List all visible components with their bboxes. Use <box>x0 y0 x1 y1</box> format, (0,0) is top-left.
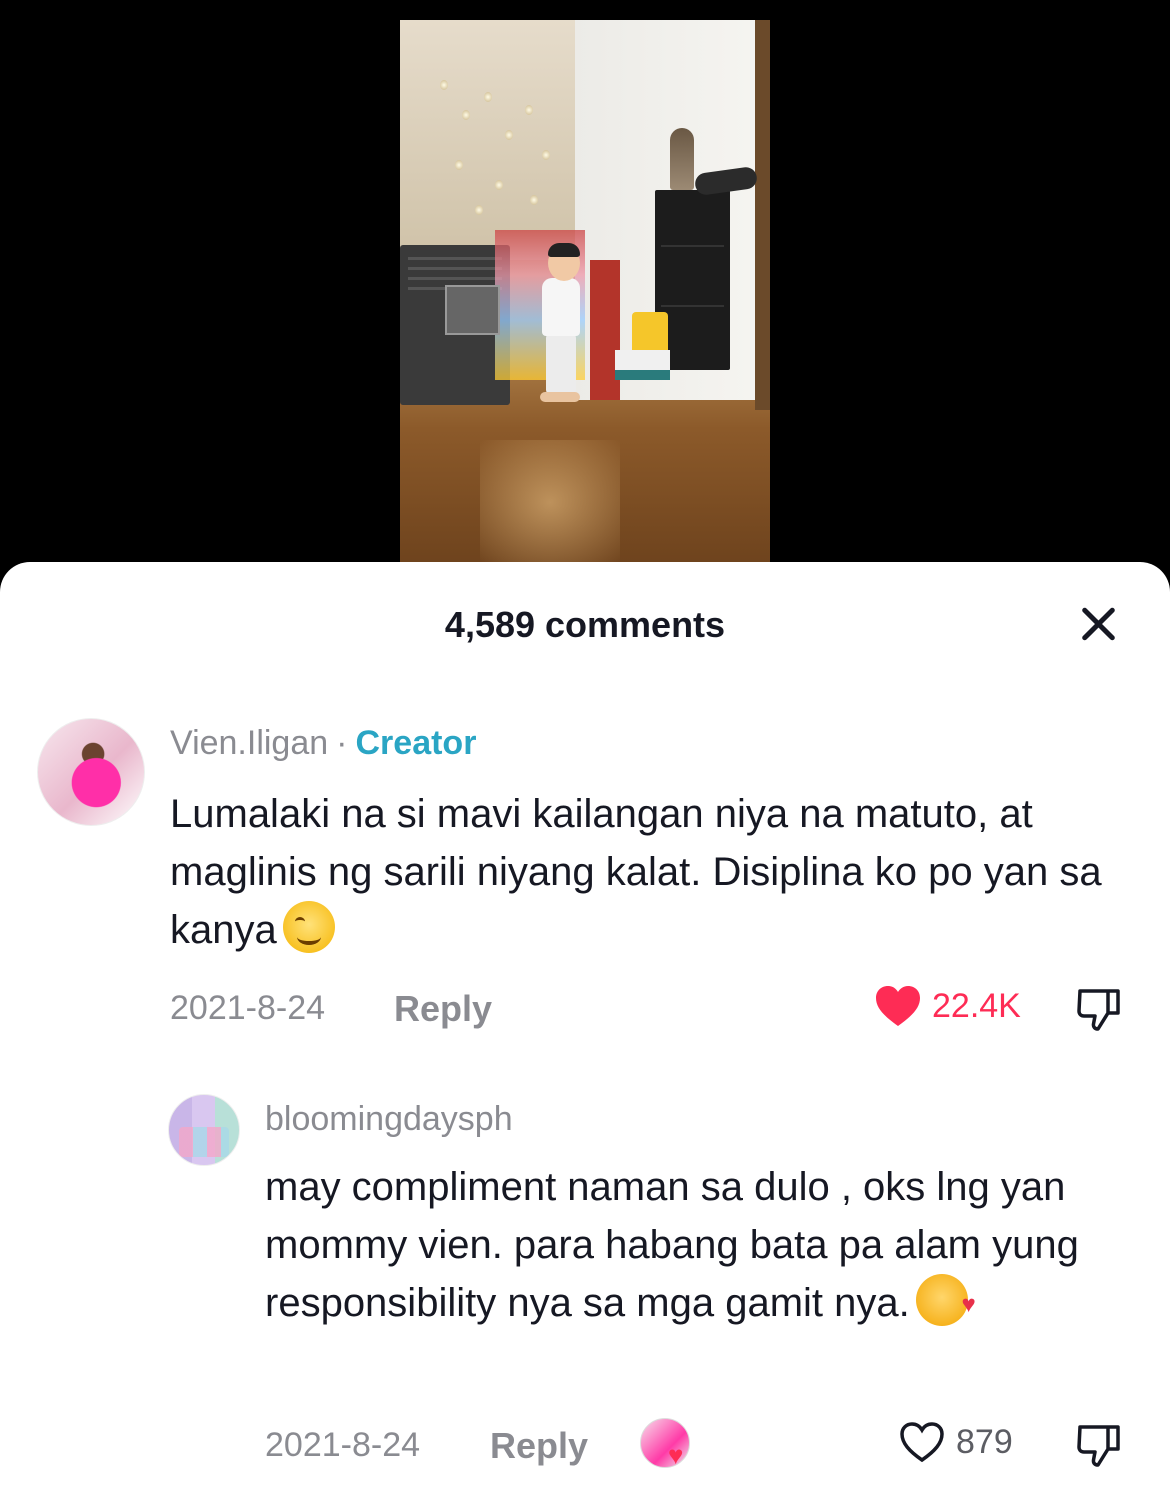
like-count: 879 <box>956 1422 1013 1461</box>
thumbs-down-icon <box>1077 1425 1120 1467</box>
video-light <box>495 180 503 190</box>
heart-outline-icon <box>900 1422 944 1463</box>
video-light <box>455 160 463 170</box>
video-light <box>462 110 470 120</box>
video-light <box>475 205 483 215</box>
video-light <box>505 130 513 140</box>
smiling-face-with-hearts-icon <box>915 1274 976 1334</box>
like-count: 22.4K <box>932 986 1021 1025</box>
heart-filled-icon <box>876 986 920 1026</box>
separator-dot: · <box>336 724 348 762</box>
comment-date: 2021-8-24 <box>265 1426 421 1464</box>
creator-heart-icon: ♥ <box>668 1440 684 1470</box>
video-floor-shine <box>480 440 620 565</box>
dislike-button[interactable] <box>1076 1422 1122 1468</box>
comment-date: 2021-8-24 <box>170 989 326 1027</box>
dislike-button[interactable] <box>1076 986 1122 1032</box>
video-child-legs <box>546 334 576 394</box>
video-light <box>484 92 492 102</box>
avatar[interactable] <box>37 718 145 826</box>
video-chair-back <box>632 312 668 352</box>
creator-badge: Creator <box>355 724 477 762</box>
smiling-face-icon <box>282 901 335 953</box>
video-toy-stove <box>445 285 500 335</box>
comment-username[interactable]: Vien.Iligan <box>170 724 328 762</box>
comment-username[interactable]: bloomingdaysph <box>265 1100 513 1139</box>
thumbs-down-icon <box>1077 989 1120 1031</box>
video-light <box>440 80 448 90</box>
video-chair-seat <box>615 350 670 380</box>
video-light <box>542 150 550 160</box>
video-child-hair <box>548 243 580 257</box>
video-wall-left <box>400 20 575 260</box>
video-player[interactable] <box>0 0 1170 600</box>
video-frame[interactable] <box>400 20 770 565</box>
avatar[interactable] <box>168 1094 240 1166</box>
comment-body: may compliment naman sa dulo , oks lng y… <box>265 1158 1145 1334</box>
comment-count: 4,589 comments <box>444 604 726 645</box>
video-child-feet <box>540 392 580 402</box>
close-icon[interactable] <box>1072 600 1124 652</box>
video-door-frame <box>755 20 770 410</box>
video-light <box>530 195 538 205</box>
like-button[interactable]: 879 <box>898 1420 1013 1464</box>
video-light <box>525 105 533 115</box>
comments-sheet: 4,589 comments Vien.Iligan · Creator Lumal… <box>0 562 1170 1493</box>
video-statue <box>670 128 694 190</box>
reply-button[interactable]: Reply <box>490 1425 588 1467</box>
video-child-body <box>542 278 580 336</box>
comment-body: Lumalaki na si mavi kailangan niya na ma… <box>170 785 1150 959</box>
reply-button[interactable]: Reply <box>394 988 492 1030</box>
like-button[interactable]: 22.4K <box>874 984 1021 1028</box>
comment-author-line: Vien.Iligan · Creator <box>170 724 476 763</box>
comments-header: 4,589 comments <box>0 562 1170 686</box>
